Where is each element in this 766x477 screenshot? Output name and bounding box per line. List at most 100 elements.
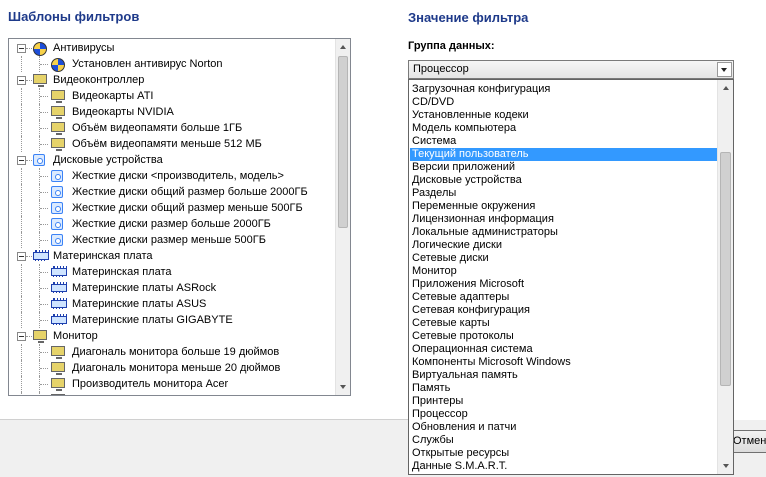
tree-item[interactable]: Жесткие диски общий размер больше 2000ГБ — [9, 184, 335, 200]
dropdown-option[interactable]: Обновления и патчи — [410, 421, 719, 434]
tree-item[interactable]: Видеокарты ATI — [9, 88, 335, 104]
dropdown-option[interactable]: Монитор — [410, 265, 719, 278]
tree-item[interactable]: Материнская плата — [9, 264, 335, 280]
monitor-icon — [51, 362, 65, 375]
dropdown-option[interactable]: Виртуальная память — [410, 369, 719, 382]
tree-connector — [21, 120, 22, 136]
dropdown-option[interactable]: Сетевые протоколы — [410, 330, 719, 343]
tree-connector — [40, 128, 48, 129]
tree-group-node[interactable]: Материнская плата — [9, 248, 335, 264]
collapse-toggle-icon[interactable] — [17, 252, 26, 261]
tree-scroll-up-button[interactable] — [336, 39, 350, 55]
tree-item[interactable]: Жесткие диски общий размер меньше 500ГБ — [9, 200, 335, 216]
tree-scroll-thumb[interactable] — [338, 56, 348, 228]
disk-icon — [51, 202, 63, 214]
tree-item[interactable] — [9, 392, 335, 395]
tree-connector — [21, 216, 22, 232]
tree-connector — [21, 136, 22, 152]
tree-item[interactable]: Жесткие диски размер меньше 500ГБ — [9, 232, 335, 248]
tree-group-node[interactable]: Антивирусы — [9, 40, 335, 56]
tree-item[interactable]: Диагональ монитора меньше 20 дюймов — [9, 360, 335, 376]
monitor-icon — [51, 122, 65, 135]
data-group-selected-value: Процессор — [413, 63, 469, 75]
disk-icon — [51, 234, 63, 246]
tree-item[interactable]: Диагональ монитора больше 19 дюймов — [9, 344, 335, 360]
dropdown-vertical-scrollbar[interactable] — [717, 80, 733, 474]
tree-item[interactable]: Объём видеопамяти больше 1ГБ — [9, 120, 335, 136]
tree-item[interactable]: Материнские платы ASRock — [9, 280, 335, 296]
tree-item[interactable]: Жесткие диски размер больше 2000ГБ — [9, 216, 335, 232]
tree-item[interactable]: Материнские платы ASUS — [9, 296, 335, 312]
tree-connector — [40, 96, 48, 97]
dropdown-scroll-down-button[interactable] — [718, 458, 733, 474]
dropdown-option[interactable]: Принтеры — [410, 395, 719, 408]
tree-connector — [40, 144, 48, 145]
tree-item[interactable]: Жесткие диски <производитель, модель> — [9, 168, 335, 184]
tree-item[interactable]: Объём видеопамяти меньше 512 МБ — [9, 136, 335, 152]
tree-item-label: Материнские платы ASUS — [72, 298, 207, 310]
filter-templates-tree[interactable]: Антивирусы Установлен антивирус Norton Вид… — [8, 38, 351, 396]
tree-item[interactable]: Установлен антивирус Norton — [9, 56, 335, 72]
dropdown-option[interactable]: Сетевая конфигурация — [410, 304, 719, 317]
tree-connector — [40, 208, 48, 209]
dropdown-option[interactable]: Процессор — [410, 408, 719, 421]
data-group-dropdown-list[interactable]: Загрузочная конфигурация CD/DVD Установлен… — [408, 79, 734, 475]
dropdown-option[interactable]: Разделы — [410, 187, 719, 200]
filter-value-heading: Значение фильтра — [408, 10, 529, 25]
tree-vertical-scrollbar[interactable] — [335, 39, 350, 395]
tree-item-label: Материнская плата — [72, 266, 172, 278]
tree-group-node[interactable]: Монитор — [9, 328, 335, 344]
tree-connector — [21, 376, 22, 392]
tree-connector — [21, 344, 22, 360]
collapse-toggle-icon[interactable] — [17, 332, 26, 341]
dropdown-scroll-up-button[interactable] — [718, 80, 733, 96]
dropdown-option[interactable]: Текущий пользователь — [410, 148, 719, 161]
dropdown-option[interactable]: Лицензионная информация — [410, 213, 719, 226]
motherboard-icon — [33, 250, 49, 261]
tree-item[interactable]: Видеокарты NVIDIA — [9, 104, 335, 120]
monitor-icon — [51, 394, 65, 395]
footer-divider — [0, 419, 408, 420]
dropdown-option[interactable]: Операционная система — [410, 343, 719, 356]
dropdown-option[interactable]: Система — [410, 135, 719, 148]
tree-connector — [40, 304, 48, 305]
tree-group-node[interactable]: Дисковые устройства — [9, 152, 335, 168]
tree-connector — [40, 240, 48, 241]
dropdown-option[interactable]: Приложения Microsoft — [410, 278, 719, 291]
tree-connector — [21, 184, 22, 200]
motherboard-icon — [51, 282, 67, 293]
chevron-down-icon[interactable] — [717, 62, 732, 77]
dropdown-option[interactable]: Модель компьютера — [410, 122, 719, 135]
tree-item-label: Антивирусы — [53, 42, 115, 54]
collapse-toggle-icon[interactable] — [17, 76, 26, 85]
dropdown-option[interactable]: Службы — [410, 434, 719, 447]
dropdown-option[interactable]: Установленные кодеки — [410, 109, 719, 122]
dropdown-scroll-thumb[interactable] — [720, 152, 731, 386]
tree-connector — [21, 232, 22, 248]
dropdown-option[interactable]: CD/DVD — [410, 96, 719, 109]
tree-item[interactable]: Производитель монитора Acer — [9, 376, 335, 392]
tree-group-node[interactable]: Видеоконтроллер — [9, 72, 335, 88]
collapse-toggle-icon[interactable] — [17, 44, 26, 53]
dropdown-option[interactable]: Дисковые устройства — [410, 174, 719, 187]
collapse-toggle-icon[interactable] — [17, 156, 26, 165]
dropdown-option[interactable]: Переменные окружения — [410, 200, 719, 213]
dropdown-option[interactable]: Сетевые адаптеры — [410, 291, 719, 304]
tree-connector — [21, 296, 22, 312]
tree-connector — [40, 288, 48, 289]
dropdown-option[interactable]: Данные S.M.A.R.T. — [410, 460, 719, 473]
dropdown-option[interactable]: Загрузочная конфигурация — [410, 83, 719, 96]
dropdown-option[interactable]: Сетевые карты — [410, 317, 719, 330]
dropdown-option[interactable]: Сетевые диски — [410, 252, 719, 265]
tree-connector — [21, 88, 22, 104]
tree-scroll-down-button[interactable] — [336, 379, 350, 395]
dropdown-option[interactable]: Версии приложений — [410, 161, 719, 174]
dropdown-option[interactable]: Локальные администраторы — [410, 226, 719, 239]
data-group-combobox[interactable]: Процессор — [408, 60, 734, 79]
dropdown-option[interactable]: Компоненты Microsoft Windows — [410, 356, 719, 369]
dropdown-option[interactable]: Открытые ресурсы — [410, 447, 719, 460]
dropdown-option[interactable]: Память — [410, 382, 719, 395]
tree-item[interactable]: Материнские платы GIGABYTE — [9, 312, 335, 328]
dropdown-option[interactable]: Логические диски — [410, 239, 719, 252]
tree-connector — [21, 104, 22, 120]
